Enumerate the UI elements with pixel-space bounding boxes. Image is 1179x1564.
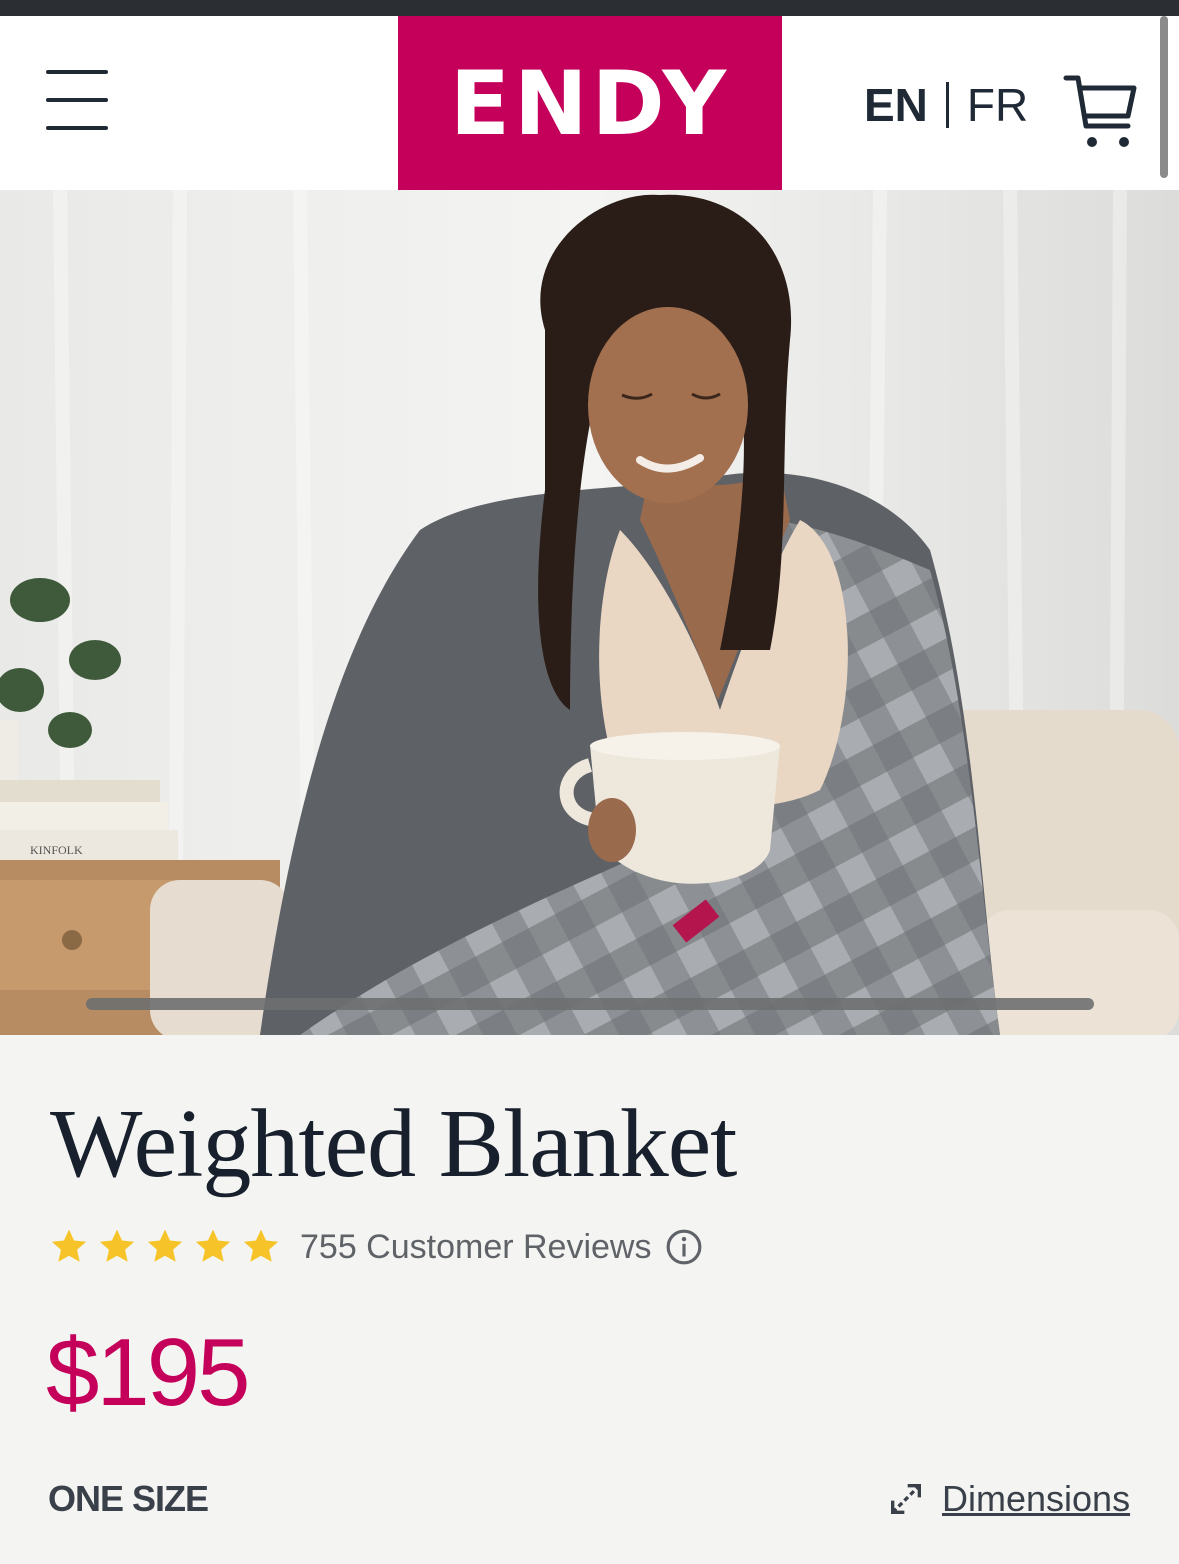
- star-rating: [48, 1226, 282, 1268]
- expand-arrows-icon: [891, 1484, 921, 1514]
- dimensions-link-text[interactable]: Dimensions: [942, 1478, 1130, 1520]
- language-switcher: EN FR: [864, 78, 1028, 132]
- size-label: ONE SIZE: [48, 1478, 209, 1519]
- endy-logo[interactable]: ENDY: [398, 16, 782, 190]
- lang-divider: [945, 82, 949, 128]
- lang-en-link[interactable]: EN: [864, 78, 928, 132]
- star-icon: [195, 1229, 231, 1262]
- rating-row[interactable]: 755 Customer Reviews: [48, 1226, 703, 1268]
- star-icon: [243, 1229, 279, 1262]
- info-icon[interactable]: [665, 1228, 703, 1266]
- star-icon: [147, 1229, 183, 1262]
- status-bar: [0, 0, 1179, 16]
- logo-text: ENDY: [449, 51, 731, 155]
- site-header: ENDY EN FR: [0, 16, 1179, 190]
- star-icon: [99, 1229, 135, 1262]
- review-count-link[interactable]: 755 Customer Reviews: [300, 1228, 651, 1267]
- product-price: $195: [46, 1319, 251, 1426]
- page-scrollbar[interactable]: [1160, 16, 1168, 178]
- product-title: Weighted Blanket: [50, 1090, 737, 1198]
- lang-fr-link[interactable]: FR: [967, 78, 1028, 132]
- product-hero-image[interactable]: KINFOLK: [0, 190, 1179, 1035]
- carousel-scrollbar[interactable]: [86, 998, 1094, 1010]
- dimensions-link[interactable]: Dimensions: [886, 1478, 1130, 1520]
- shopping-cart-icon[interactable]: [1062, 72, 1140, 152]
- hero-illustration: KINFOLK: [0, 190, 1179, 1035]
- star-icon: [51, 1229, 87, 1262]
- hamburger-menu-icon[interactable]: [46, 70, 110, 132]
- book-spine-text: KINFOLK: [30, 843, 83, 857]
